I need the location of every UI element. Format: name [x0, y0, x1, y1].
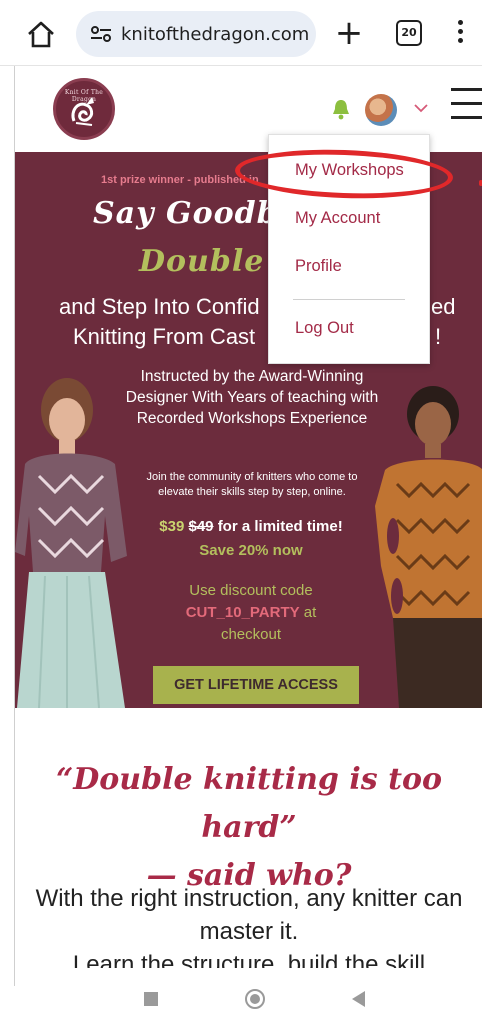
body-text-cut: Learn the structure, build the skill	[72, 951, 426, 968]
web-page: Knit Of The Dragon 1st prize winner - pu…	[14, 66, 482, 986]
address-bar[interactable]: knitofthedragon.com	[76, 11, 316, 57]
menu-item-log-out[interactable]: Log Out	[295, 319, 354, 338]
hero-instructor-text: Instructed by the Award-Winning Designer…	[125, 368, 379, 427]
prize-banner-text: 1st prize winner - published in	[101, 174, 259, 186]
recent-apps-icon[interactable]	[144, 992, 158, 1006]
system-navigation-bar	[0, 986, 482, 1021]
hero-subtitle-line1-tail: ed	[431, 294, 456, 319]
hamburger-menu-icon[interactable]	[451, 88, 482, 122]
price-old: $49	[188, 518, 214, 535]
dragon-icon	[71, 97, 94, 126]
body-paragraph: With the right instruction, any knitter …	[23, 882, 475, 968]
discount-code-line: CUT_10_PARTY at	[131, 604, 371, 621]
site-settings-icon[interactable]	[90, 25, 112, 43]
site-logo[interactable]: Knit Of The Dragon	[53, 78, 115, 140]
hero-subtitle-line1: and Step Into Confid	[59, 294, 260, 319]
tab-switcher-button[interactable]: 20	[396, 20, 422, 46]
chevron-down-icon[interactable]	[413, 100, 429, 116]
hero-subtitle-line2: Knitting From Cast	[73, 324, 256, 349]
menu-divider	[293, 299, 405, 300]
discount-at: at	[303, 604, 317, 621]
hero-subtitle-line2-tail: !	[435, 324, 442, 349]
price-now: $39	[159, 518, 185, 535]
discount-suffix: checkout	[220, 626, 282, 643]
url-text: knitofthedragon.com	[121, 23, 310, 45]
menu-item-my-account[interactable]: My Account	[295, 209, 380, 228]
price-line: $39 $49 for a limited time!	[131, 518, 371, 535]
body-text-main: With the right instruction, any knitter …	[35, 885, 463, 945]
hero-community-text: Join the community of knitters who come …	[146, 471, 358, 498]
save-text: Save 20% now	[199, 542, 303, 559]
quote-line1: “Double knitting is too hard”	[56, 762, 442, 845]
model-image-right	[375, 386, 482, 708]
discount-code: CUT_10_PARTY	[185, 604, 300, 621]
discount-prefix: Use discount code	[189, 582, 313, 599]
price-tail: for a limited time!	[217, 518, 343, 535]
notification-bell-icon[interactable]	[331, 98, 351, 120]
back-icon[interactable]	[352, 991, 365, 1007]
quote-heading: “Double knitting is too hard” — said who…	[15, 756, 482, 900]
home-icon[interactable]	[26, 20, 56, 48]
new-tab-button[interactable]: +	[334, 14, 364, 52]
user-avatar[interactable]	[365, 94, 397, 126]
menu-item-profile[interactable]: Profile	[295, 257, 342, 276]
browser-menu-icon[interactable]	[456, 20, 464, 46]
home-nav-icon[interactable]	[245, 989, 265, 1009]
get-lifetime-access-button[interactable]: GET LIFETIME ACCESS	[153, 666, 359, 704]
browser-toolbar: knitofthedragon.com + 20	[0, 0, 482, 66]
